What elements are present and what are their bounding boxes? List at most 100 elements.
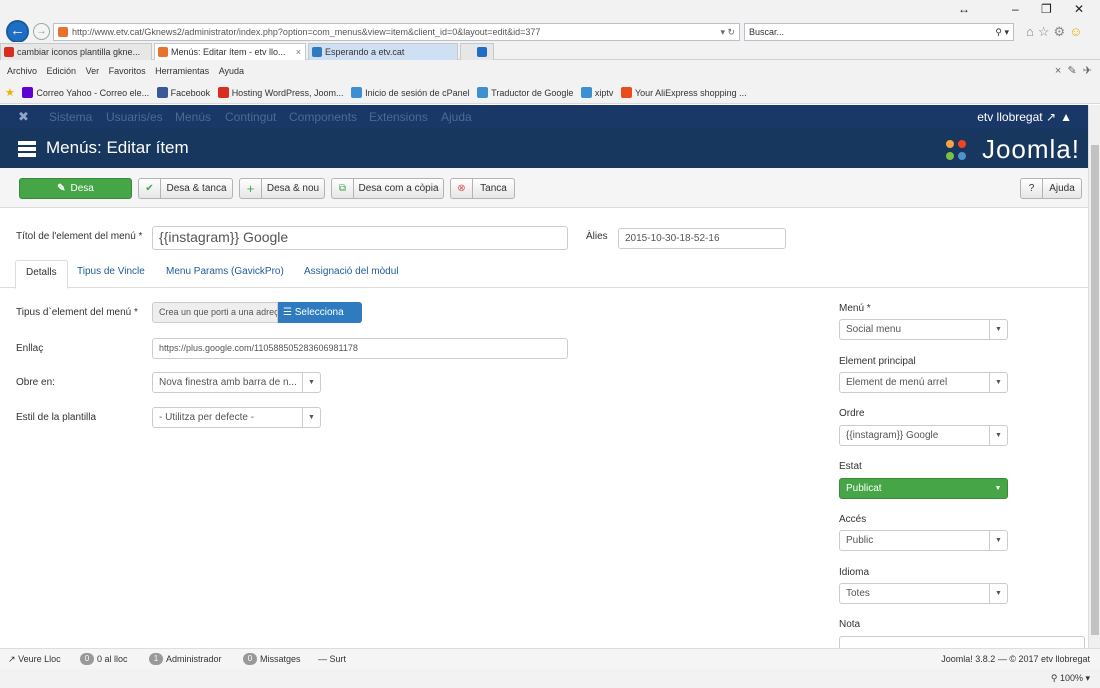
favorite-link[interactable]: Traductor de Google xyxy=(477,82,573,104)
select-type-button[interactable]: ☰ Selecciona xyxy=(278,302,362,323)
favorite-link[interactable]: xiptv xyxy=(580,82,613,104)
tab-favicon-icon xyxy=(312,47,322,57)
favorites-star-icon[interactable]: ★ xyxy=(5,82,15,104)
view-site-link[interactable]: ↗ Veure Lloc xyxy=(8,649,61,670)
visitors-indicator[interactable]: 00 al lloc xyxy=(80,649,128,670)
scrollbar[interactable] xyxy=(1088,105,1100,648)
new-tab-button[interactable] xyxy=(460,43,494,60)
favorite-link[interactable]: Correo Yahoo - Correo ele... xyxy=(22,82,149,104)
nav-usuaris[interactable]: Usuaris/es xyxy=(106,105,163,129)
tab-label: cambiar iconos plantilla gkne... xyxy=(17,47,141,57)
user-icon[interactable]: ▲ xyxy=(1060,105,1072,129)
favorite-icon xyxy=(351,87,363,98)
close-button[interactable]: ⊗ Tanca xyxy=(450,178,515,199)
chevron-down-icon: ▼ xyxy=(989,584,1007,603)
browser-tab[interactable]: cambiar iconos plantilla gkne... xyxy=(0,43,152,60)
help-button[interactable]: ? Ajuda xyxy=(1020,178,1082,199)
forward-button[interactable]: → xyxy=(33,23,50,40)
list-icon: ☰ xyxy=(283,307,292,318)
version-text: Joomla! 3.8.2 — © 2017 etv llobregat xyxy=(941,654,1090,664)
nav-contingut[interactable]: Contingut xyxy=(225,105,276,129)
alias-input[interactable]: 2015-10-30-18-52-16 xyxy=(618,228,786,249)
search-input[interactable]: Buscar... ⚲ ▾ xyxy=(744,23,1014,41)
nav-extensions[interactable]: Extensions xyxy=(369,105,428,129)
chevron-down-icon: ▼ xyxy=(989,320,1007,339)
smiley-icon[interactable]: ☺ xyxy=(1069,24,1086,39)
menu-label: Menú * xyxy=(839,303,871,314)
menu-item-favoritos[interactable]: Favoritos xyxy=(109,66,146,76)
link-input[interactable]: https://plus.google.com/1105885052836069… xyxy=(152,338,568,359)
menubar-extra-icons[interactable]: × ✎ ✈ xyxy=(1055,60,1092,82)
menu-item-ayuda[interactable]: Ayuda xyxy=(219,66,244,76)
logout-link[interactable]: — Surt xyxy=(318,649,346,670)
menu-item-herramientas[interactable]: Herramientas xyxy=(155,66,209,76)
status-select[interactable]: Publicat ▼ xyxy=(839,478,1008,499)
minimize-button[interactable]: – xyxy=(1012,2,1019,16)
nav-ajuda[interactable]: Ajuda xyxy=(441,105,472,129)
parent-select[interactable]: Element de menú arrel ▼ xyxy=(839,372,1008,393)
nav-components[interactable]: Components xyxy=(289,105,357,129)
menu-item-ver[interactable]: Ver xyxy=(86,66,100,76)
tab-detalls[interactable]: Detalls xyxy=(15,260,68,289)
home-icon[interactable]: ⌂ xyxy=(1026,24,1038,39)
admins-indicator[interactable]: 1 Administrador xyxy=(149,649,222,670)
favorite-icon xyxy=(580,87,592,98)
question-icon: ? xyxy=(1021,179,1043,198)
resize-icon[interactable]: ↔ xyxy=(958,2,970,16)
save-new-button[interactable]: + Desa & nou xyxy=(239,178,325,199)
menu-select[interactable]: Social menu ▼ xyxy=(839,319,1008,340)
browser-tab-active[interactable]: Menús: Editar ítem - etv llo... × xyxy=(154,43,306,60)
save-copy-button[interactable]: ⧉ Desa com a còpia xyxy=(331,178,444,199)
menu-list-icon xyxy=(18,141,36,157)
favorite-link[interactable]: Inicio de sesión de cPanel xyxy=(351,82,470,104)
favorite-link[interactable]: Your AliExpress shopping ... xyxy=(620,82,747,104)
minus-icon: — xyxy=(318,654,327,664)
save-button[interactable]: ✎ Desa xyxy=(19,178,132,199)
scroll-thumb[interactable] xyxy=(1091,145,1099,635)
template-label: Estil de la plantilla xyxy=(16,412,97,423)
search-icon[interactable]: ⚲ ▾ xyxy=(995,24,1009,40)
language-label: Idioma xyxy=(839,567,870,578)
language-select[interactable]: Totes ▼ xyxy=(839,583,1008,604)
menu-item-edicion[interactable]: Edición xyxy=(47,66,77,76)
restore-button[interactable]: ❐ xyxy=(1041,2,1052,16)
back-button[interactable]: ← xyxy=(6,20,29,43)
refresh-icon[interactable]: ▾ ↻ xyxy=(720,24,735,40)
type-input: Crea un que porti a una adreça xyxy=(152,302,278,323)
zoom-control[interactable]: ⚲ 100% ▾ xyxy=(1051,669,1090,688)
title-input[interactable]: {{instagram}} Google xyxy=(152,226,568,250)
close-tab-icon[interactable]: × xyxy=(296,44,301,60)
chevron-down-icon: ▼ xyxy=(994,485,1002,492)
close-window-button[interactable]: ✕ xyxy=(1074,2,1084,16)
favorite-icon xyxy=(620,87,632,98)
tab-assignacio-modul[interactable]: Assignació del mòdul xyxy=(304,266,399,277)
target-select[interactable]: Nova finestra amb barra de n... ▼ xyxy=(152,372,321,393)
chevron-down-icon: ▼ xyxy=(302,373,320,392)
nav-menus[interactable]: Menús xyxy=(175,105,211,129)
save-close-button[interactable]: ✔ Desa & tanca xyxy=(138,178,233,199)
favorite-link[interactable]: Hosting WordPress, Joom... xyxy=(217,82,344,104)
alias-label: Àlies xyxy=(586,231,608,242)
order-select[interactable]: {{instagram}} Google ▼ xyxy=(839,425,1008,446)
menu-item-archivo[interactable]: Archivo xyxy=(7,66,37,76)
gear-icon[interactable]: ⚙ xyxy=(1054,24,1070,39)
tab-menu-params[interactable]: Menu Params (GavickPro) xyxy=(166,266,284,277)
status-label: Estat xyxy=(839,461,862,472)
tab-tipus-vincle[interactable]: Tipus de Vincle xyxy=(77,266,145,277)
messages-indicator[interactable]: 0 Missatges xyxy=(243,649,301,670)
access-label: Accés xyxy=(839,514,867,525)
access-select[interactable]: Public ▼ xyxy=(839,530,1008,551)
template-select[interactable]: - Utilitza per defecte - ▼ xyxy=(152,407,321,428)
star-icon[interactable]: ☆ xyxy=(1038,24,1054,39)
joomla-icon[interactable]: ✖ xyxy=(18,105,29,129)
nav-sistema[interactable]: Sistema xyxy=(49,105,92,129)
messages-badge: 0 xyxy=(243,653,257,665)
form-tabs: Detalls Tipus de Vincle Menu Params (Gav… xyxy=(0,260,1088,289)
zoom-icon: ⚲ xyxy=(1050,673,1058,683)
address-bar[interactable]: http://www.etv.cat/Gknews2/administrator… xyxy=(53,23,740,41)
page-title: Menús: Editar ítem xyxy=(46,138,189,157)
favorite-link[interactable]: Facebook xyxy=(156,82,210,104)
user-menu[interactable]: etv llobregat ↗ xyxy=(977,105,1056,129)
browser-tab[interactable]: Esperando a etv.cat xyxy=(308,43,458,60)
toolbar-icons: ⌂☆⚙☺ xyxy=(1026,24,1086,40)
